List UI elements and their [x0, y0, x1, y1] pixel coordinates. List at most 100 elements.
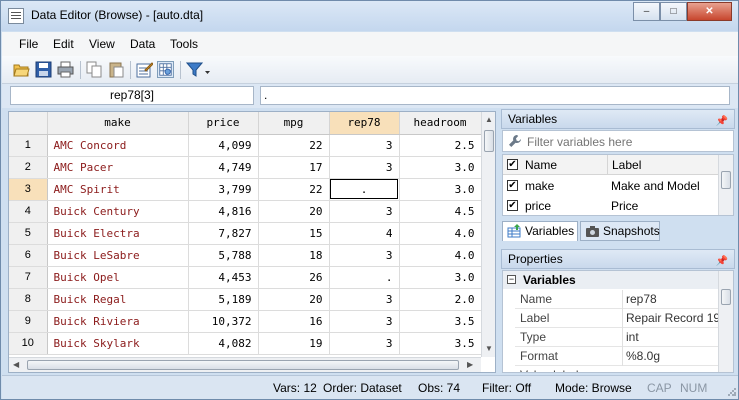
cell-rep78[interactable]: 3 — [329, 134, 400, 157]
cell-rep78[interactable]: 3 — [329, 200, 400, 223]
row-number[interactable]: 5 — [9, 222, 48, 245]
property-row[interactable]: Label Repair Record 1978 — [515, 309, 719, 328]
cell-mpg[interactable]: 17 — [258, 156, 330, 179]
filter-icon[interactable] — [186, 61, 203, 78]
row-number[interactable]: 1 — [9, 134, 48, 157]
data-grid[interactable]: make price mpg rep78 headroom 1 AMC Conc… — [8, 111, 496, 373]
cell-mpg[interactable]: 20 — [258, 200, 330, 223]
copy-icon[interactable] — [86, 61, 103, 78]
cell-headroom[interactable]: 3.0 — [399, 266, 482, 289]
cell-price[interactable]: 5,189 — [188, 288, 259, 311]
cell-mpg[interactable]: 15 — [258, 222, 330, 245]
variable-checkbox[interactable]: ✔ — [507, 180, 518, 191]
cell-price[interactable]: 3,799 — [188, 178, 259, 201]
scroll-right-arrow-icon[interactable]: ▶ — [467, 360, 473, 369]
column-header-price[interactable]: price — [188, 112, 259, 135]
list-item[interactable]: ✔ make Make and Model — [503, 176, 718, 196]
row-number[interactable]: 9 — [9, 310, 48, 333]
cell-headroom[interactable]: 2.0 — [399, 288, 482, 311]
cell-rep78-active[interactable]: . — [329, 178, 400, 201]
grid-horizontal-scrollbar[interactable]: ◀ ▶ — [9, 357, 481, 372]
variables-list-scroll-thumb[interactable] — [721, 171, 731, 189]
cell-mpg[interactable]: 16 — [258, 310, 330, 333]
cell-price[interactable]: 7,827 — [188, 222, 259, 245]
grid-vertical-scrollbar[interactable]: ▲ ▼ — [481, 112, 495, 357]
cell-rep78[interactable]: 3 — [329, 310, 400, 333]
cell-price[interactable]: 4,099 — [188, 134, 259, 157]
menu-tools[interactable]: Tools — [170, 37, 198, 51]
tab-variables[interactable]: Variables — [502, 221, 578, 241]
close-button[interactable]: ✕ — [687, 2, 732, 21]
cell-headroom[interactable]: 4.0 — [399, 244, 482, 267]
row-number[interactable]: 4 — [9, 200, 48, 223]
cell-mpg[interactable]: 22 — [258, 178, 330, 201]
column-header-headroom[interactable]: headroom — [399, 112, 482, 135]
cell-price[interactable]: 4,082 — [188, 332, 259, 355]
cell-make[interactable]: Buick Opel — [47, 266, 189, 289]
cell-make[interactable]: Buick Electra — [47, 222, 189, 245]
cell-price[interactable]: 5,788 — [188, 244, 259, 267]
variables-list-scrollbar[interactable] — [718, 155, 733, 215]
cell-price[interactable]: 10,372 — [188, 310, 259, 333]
cell-make[interactable]: Buick Riviera — [47, 310, 189, 333]
menu-view[interactable]: View — [89, 37, 115, 51]
tab-snapshots[interactable]: Snapshots — [580, 221, 660, 241]
property-row[interactable]: Value label — [515, 366, 719, 372]
column-header-make[interactable]: make — [47, 112, 189, 135]
label-column-header[interactable]: Label — [607, 155, 718, 175]
cell-make[interactable]: Buick Century — [47, 200, 189, 223]
scroll-down-arrow-icon[interactable]: ▼ — [485, 344, 493, 353]
resize-grip-icon[interactable] — [724, 385, 736, 397]
row-number[interactable]: 6 — [9, 244, 48, 267]
menu-edit[interactable]: Edit — [53, 37, 74, 51]
cell-mpg[interactable]: 18 — [258, 244, 330, 267]
paste-icon[interactable] — [108, 61, 125, 78]
cell-price[interactable]: 4,453 — [188, 266, 259, 289]
cell-headroom[interactable]: 3.0 — [399, 156, 482, 179]
property-row[interactable]: Name rep78 — [515, 290, 719, 309]
filter-dropdown-icon[interactable] — [203, 61, 212, 78]
column-header-mpg[interactable]: mpg — [258, 112, 330, 135]
property-value[interactable]: %8.0g — [622, 347, 719, 366]
print-icon[interactable] — [57, 61, 74, 78]
row-number[interactable]: 10 — [9, 332, 48, 355]
cell-headroom[interactable]: 2.5 — [399, 134, 482, 157]
pin-icon[interactable]: 📌 — [716, 113, 728, 131]
cell-mpg[interactable]: 26 — [258, 266, 330, 289]
name-column-header[interactable]: Name — [525, 155, 557, 175]
column-header-rep78[interactable]: rep78 — [329, 112, 400, 135]
row-number[interactable]: 2 — [9, 156, 48, 179]
scroll-up-arrow-icon[interactable]: ▲ — [485, 115, 493, 124]
grid-horizontal-scroll-thumb[interactable] — [27, 360, 459, 370]
cell-reference-field[interactable]: rep78[3] — [10, 86, 254, 105]
cell-headroom[interactable]: 4.0 — [399, 222, 482, 245]
cell-rep78[interactable]: 3 — [329, 332, 400, 355]
menu-file[interactable]: File — [19, 37, 38, 51]
properties-scrollbar[interactable] — [718, 271, 733, 372]
minimize-button[interactable]: – — [633, 2, 660, 21]
cell-make[interactable]: Buick Skylark — [47, 332, 189, 355]
property-value[interactable]: rep78 — [622, 290, 719, 309]
property-row[interactable]: Format %8.0g — [515, 347, 719, 366]
variable-checkbox[interactable]: ✔ — [507, 200, 518, 211]
row-number[interactable]: 8 — [9, 288, 48, 311]
cell-rep78[interactable]: 4 — [329, 222, 400, 245]
cell-headroom[interactable]: 3.0 — [399, 178, 482, 201]
row-number[interactable]: 7 — [9, 266, 48, 289]
cell-headroom[interactable]: 3.5 — [399, 310, 482, 333]
cell-make[interactable]: AMC Spirit — [47, 178, 189, 201]
browse-mode-icon[interactable] — [157, 61, 174, 78]
menu-data[interactable]: Data — [130, 37, 155, 51]
cell-price[interactable]: 4,749 — [188, 156, 259, 179]
save-icon[interactable] — [35, 61, 52, 78]
filter-variables-input[interactable] — [527, 134, 727, 150]
property-row[interactable]: Type int — [515, 328, 719, 347]
cell-make[interactable]: Buick LeSabre — [47, 244, 189, 267]
property-value[interactable]: Repair Record 1978 — [622, 309, 719, 328]
scroll-left-arrow-icon[interactable]: ◀ — [13, 360, 19, 369]
cell-mpg[interactable]: 20 — [258, 288, 330, 311]
open-icon[interactable] — [13, 61, 30, 78]
cell-value-field[interactable]: . — [260, 86, 730, 105]
properties-group-variables[interactable]: − Variables — [503, 271, 719, 289]
cell-rep78[interactable]: 3 — [329, 288, 400, 311]
